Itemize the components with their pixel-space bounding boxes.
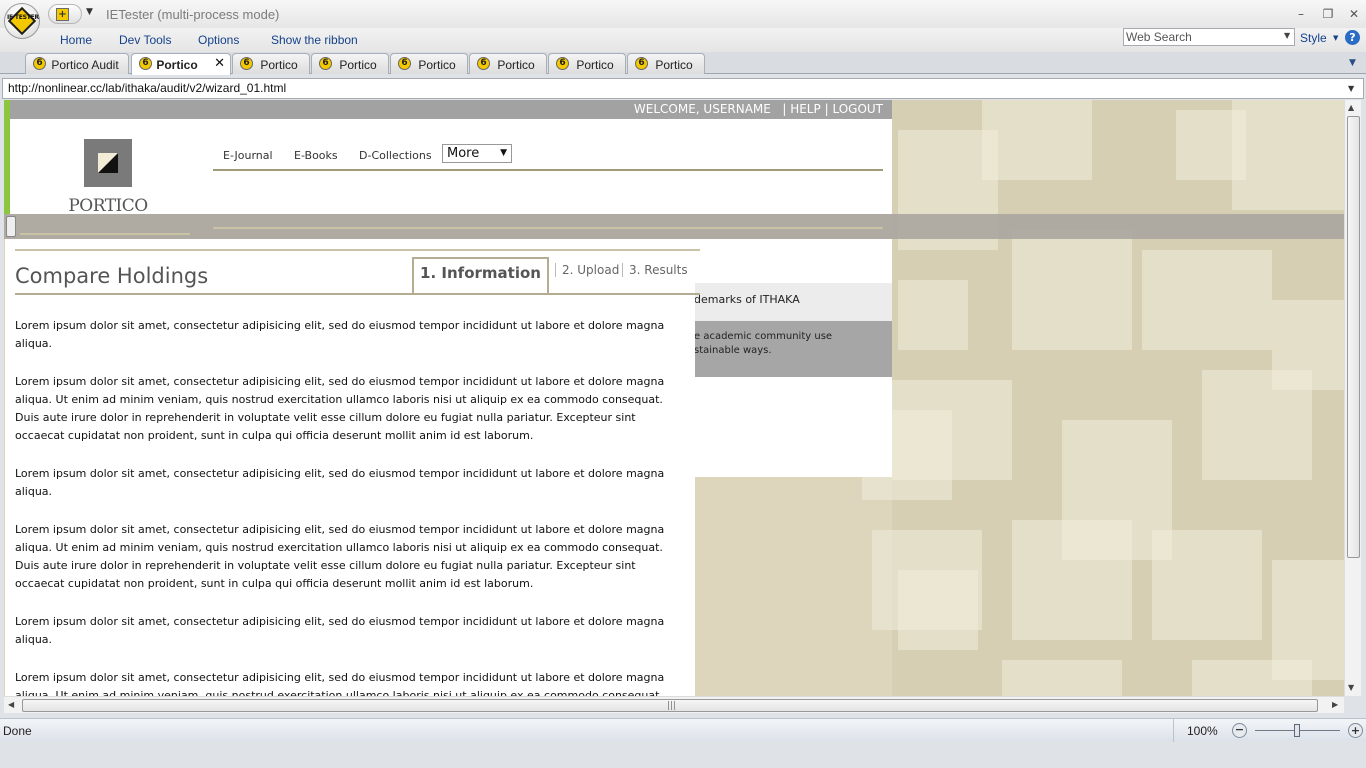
ribbon-tab-dev-tools[interactable]: Dev Tools [119,33,171,47]
grip-icon: ||| [667,701,677,711]
scroll-right-icon[interactable]: ▶ [1332,700,1338,709]
divider [20,233,190,235]
browser-tab-active[interactable]: 6 Portico ✕ [131,53,231,75]
zoom-out-icon[interactable]: − [1232,723,1247,738]
scroll-left-icon[interactable]: ◀ [8,700,14,709]
paragraph: Lorem ipsum dolor sit amet, consectetur … [15,671,665,696]
step-upload-tab[interactable]: 2. Upload [555,263,619,277]
window-title: IETester (multi-process mode) [106,7,280,22]
vertical-scroll-thumb[interactable] [1347,116,1360,558]
user-links: WELCOME, USERNAME | HELP | LOGOUT [634,102,883,116]
status-bar: Done 100% − + [0,718,1366,742]
site-header: PORTICO E-Journal E-Books D-Collections … [4,119,892,216]
side-panel-line: stainable ways. [694,345,772,356]
ribbon-tab-home[interactable]: Home [60,33,92,47]
side-panel: demarks of ITHAKA e academic community u… [694,239,892,477]
side-panel-trademark: demarks of ITHAKA [694,283,892,321]
separator: | [782,102,787,116]
page-title: Compare Holdings [15,264,209,288]
help-link[interactable]: HELP [790,102,821,116]
browser-tab[interactable]: 6 Portico [469,53,547,74]
close-window-button[interactable]: ✕ [1343,5,1365,23]
restore-button[interactable]: ❐ [1317,5,1339,23]
web-search-input[interactable]: Web Search [1123,28,1295,46]
title-bar: + ▼ IETester (multi-process mode) – ❐ ✕ [0,0,1366,28]
quick-access-dropdown-icon[interactable]: ▼ [86,7,93,17]
browser-tab[interactable]: 6 Portico [311,53,389,74]
main-content: Compare Holdings 1. Information 2. Uploa… [5,239,700,696]
left-accent-bar [4,100,10,214]
browser-tab[interactable]: 6 Portico [548,53,626,74]
paragraph: Lorem ipsum dolor sit amet, consectetur … [15,319,665,350]
more-select-value: More [447,146,480,161]
address-dropdown-icon[interactable]: ▼ [1348,84,1354,93]
paragraph: Lorem ipsum dolor sit amet, consectetur … [15,523,665,590]
logout-link[interactable]: LOGOUT [832,102,883,116]
site-nav: E-Journal E-Books D-Collections More ▼ [213,138,883,171]
paragraph: Lorem ipsum dolor sit amet, consectetur … [15,467,665,498]
more-select[interactable]: More ▼ [442,144,512,163]
style-dropdown-icon[interactable]: ▼ [1333,34,1338,42]
search-dropdown-icon[interactable]: ▼ [1284,31,1290,40]
browser-tab-strip: 6 Portico Audit 6 Portico ✕ 6 Portico 6 … [0,52,1366,75]
app-menu-orb-button[interactable]: IE TESTER [4,3,40,39]
tab-label: Portico [655,58,693,72]
ribbon-tab-show-ribbon[interactable]: Show the ribbon [271,33,358,47]
zoom-slider-thumb[interactable] [1294,724,1300,737]
nav-e-journal[interactable]: E-Journal [223,149,273,162]
side-panel-mission: e academic community use stainable ways. [694,321,892,377]
paragraph: Lorem ipsum dolor sit amet, consectetur … [15,375,665,442]
horizontal-scrollbar[interactable]: ◀ ||| ▶ [4,696,1344,713]
side-panel-line: e academic community use [694,331,833,342]
orb-logo-text: IE TESTER [7,14,39,21]
nav-e-books[interactable]: E-Books [294,149,338,162]
divider [15,249,700,251]
tab-label: Portico [339,58,377,72]
browser-tab[interactable]: 6 Portico [390,53,468,74]
scroll-up-icon[interactable]: ▲ [1348,103,1354,112]
browser-tab[interactable]: 6 Portico Audit [25,53,129,74]
browser-tab[interactable]: 6 Portico [627,53,705,74]
horizontal-scroll-thumb[interactable]: ||| [22,699,1318,712]
tab-label: Portico Audit [51,58,119,72]
close-tab-icon[interactable]: ✕ [214,56,225,71]
tab-list-dropdown-icon[interactable]: ▼ [1349,58,1356,68]
chevron-down-icon: ▼ [500,148,507,158]
portico-logo-text[interactable]: PORTICO [62,196,154,216]
site-top-bar: WELCOME, USERNAME | HELP | LOGOUT [4,100,892,119]
new-tab-icon[interactable]: + [56,8,69,21]
portico-logo-icon[interactable] [84,139,132,187]
vertical-scrollbar[interactable]: ▲ ▼ [1344,100,1361,696]
style-menu-button[interactable]: Style [1300,31,1327,45]
browser-tab[interactable]: 6 Portico [232,53,310,74]
ietester-window: + ▼ IETester (multi-process mode) – ❐ ✕ … [0,0,1366,768]
background-pattern [862,100,1344,696]
step-results-tab[interactable]: 3. Results [622,263,688,277]
address-bar-input[interactable]: http://nonlinear.cc/lab/ithaka/audit/v2/… [2,78,1364,99]
ie-tester-logo-icon [7,6,37,36]
ribbon-tab-options[interactable]: Options [198,33,239,47]
tab-label: Portico [497,58,535,72]
page-viewport: WELCOME, USERNAME | HELP | LOGOUT PORTIC… [4,100,1344,696]
divider [15,293,700,295]
inner-scroll-handle[interactable] [6,216,16,237]
quick-access-toolbar[interactable]: + [48,4,82,24]
nav-d-collections[interactable]: D-Collections [359,149,432,162]
paragraph: Lorem ipsum dolor sit amet, consectetur … [15,615,665,646]
tab-label: Portico [418,58,456,72]
tab-label: Portico [260,58,298,72]
welcome-text: WELCOME, USERNAME [633,102,771,116]
scroll-down-icon[interactable]: ▼ [1348,683,1354,692]
tab-label: Portico [576,58,614,72]
zoom-level[interactable]: 100% [1187,724,1218,738]
content-paragraphs: Lorem ipsum dolor sit amet, consectetur … [15,317,683,696]
step-information-tab[interactable]: 1. Information [412,257,549,293]
zoom-in-icon[interactable]: + [1348,723,1363,738]
divider [213,227,883,229]
minimize-button[interactable]: – [1290,5,1312,23]
help-icon[interactable]: ? [1345,30,1360,45]
separator: | [824,102,829,116]
status-text: Done [3,724,32,738]
